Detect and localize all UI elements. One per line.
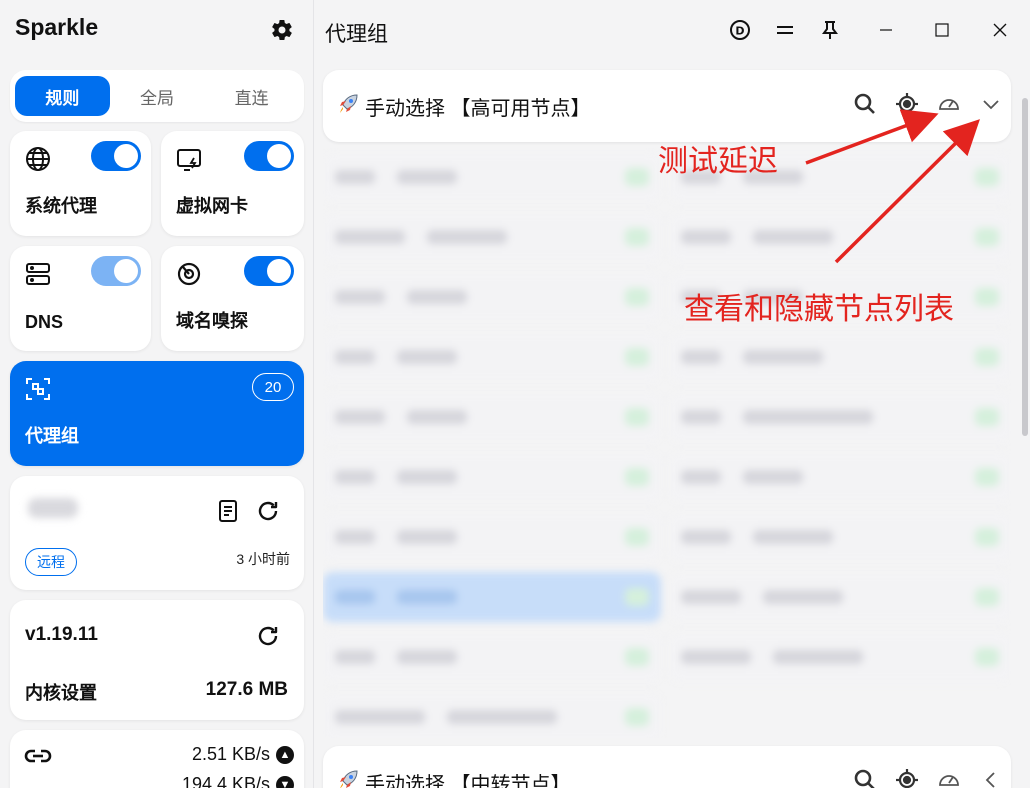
annotation-arrows — [805, 109, 980, 264]
